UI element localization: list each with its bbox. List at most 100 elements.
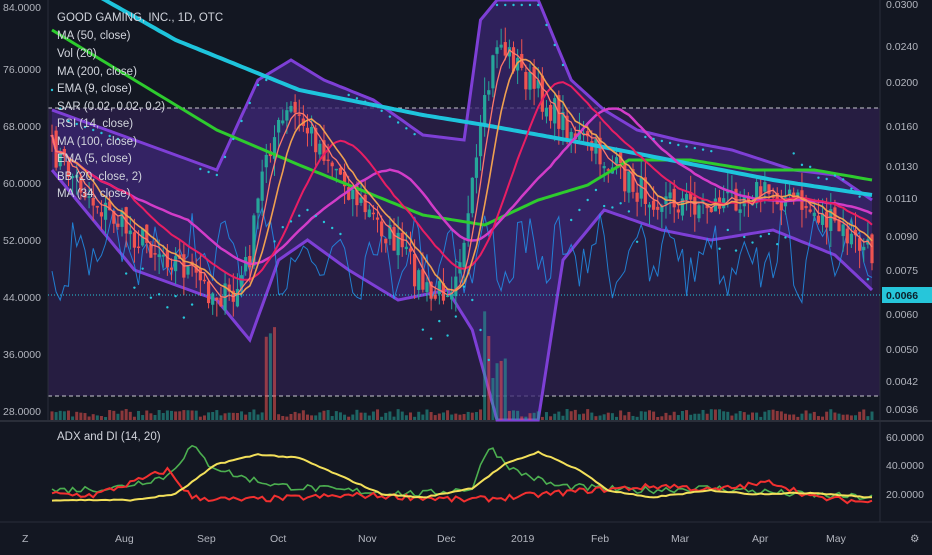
volume-bar [709, 409, 713, 420]
candle-body [338, 167, 343, 175]
candle-body [849, 233, 853, 245]
candle-body [499, 44, 503, 48]
candle-body [309, 126, 314, 134]
time-axis-label: Dec [437, 533, 456, 545]
legend-sar[interactable]: SAR (0.02, 0.02, 0.2) [57, 101, 165, 113]
volume-bar [775, 410, 779, 420]
volume-bar [211, 411, 215, 420]
candle-body [816, 215, 821, 223]
legend-ema9[interactable]: EMA (9, close) [57, 83, 132, 95]
volume-bar [99, 415, 103, 420]
volume-bar [557, 411, 561, 420]
legend-ma200[interactable]: MA (200, close) [57, 66, 137, 78]
legend-ema5[interactable]: EMA (5, close) [57, 153, 132, 165]
legend-vol[interactable]: Vol (20) [57, 48, 97, 60]
candle-body [676, 209, 680, 213]
settings-icon[interactable]: ⚙ [910, 533, 919, 545]
left-axis-label: 60.0000 [3, 178, 41, 190]
volume-bar [186, 410, 190, 420]
sar-dot [602, 204, 606, 208]
volume-bar [606, 412, 610, 420]
candle-body [244, 257, 248, 272]
sar-dot [825, 177, 828, 181]
volume-bar [417, 411, 421, 420]
volume-bar [528, 413, 532, 420]
volume-bar [285, 416, 289, 420]
volume-bar [408, 412, 412, 420]
candle-body [425, 282, 429, 293]
volume-bar [841, 414, 845, 420]
sar-dot [50, 88, 54, 92]
legend-ma100[interactable]: MA (100, close) [57, 136, 137, 148]
volume-bar [499, 360, 503, 420]
sar-dot [611, 206, 614, 209]
sar-dot [207, 170, 210, 174]
candle-body [281, 120, 285, 124]
sar-dot [520, 3, 523, 7]
volume-bar [491, 378, 495, 420]
price-axis-label: 0.0240 [886, 41, 918, 53]
volume-bar [178, 411, 182, 420]
chart-container[interactable]: 0.0300 0.0240 0.0200 0.0160 0.0130 0.0110 0.00… [0, 0, 932, 550]
volume-bar [244, 414, 248, 420]
volume-bar [380, 416, 384, 420]
sar-dot [363, 100, 367, 103]
volume-bar [512, 410, 516, 420]
volume-bar [627, 411, 631, 420]
volume-bar [404, 415, 408, 420]
sar-dot [133, 286, 136, 289]
candle-body [487, 90, 491, 95]
candle-body [264, 154, 268, 168]
sar-dot [660, 139, 664, 143]
sar-dot [800, 163, 804, 167]
volume-bar [281, 415, 285, 420]
volume-bar [582, 413, 586, 420]
volume-bar [643, 411, 647, 420]
candle-body [132, 232, 137, 248]
candle-body [136, 246, 141, 249]
time-axis-label: Feb [591, 533, 609, 545]
candle-body [95, 205, 99, 208]
volume-bar [816, 416, 820, 420]
volume-bar [862, 409, 866, 420]
volume-bar [413, 416, 417, 420]
legend-ma34[interactable]: MA (34, close) [57, 188, 131, 200]
price-chart[interactable]: 0.0300 0.0240 0.0200 0.0160 0.0130 0.0110 0.00… [0, 0, 932, 550]
volume-bar [652, 411, 656, 420]
sar-dot [528, 3, 532, 7]
time-axis-label: 2019 [511, 533, 535, 545]
volume-bar [421, 414, 425, 420]
sar-dot [487, 358, 490, 362]
candle[interactable] [470, 177, 474, 218]
volume-bar [495, 363, 499, 420]
candle-body [248, 255, 252, 268]
candle-body [862, 246, 866, 251]
time-axis-label: Mar [671, 533, 690, 545]
sar-dot [619, 202, 622, 205]
volume-bar [751, 412, 755, 420]
volume-bar [829, 409, 833, 420]
volume-bar [680, 410, 684, 420]
volume-bar [598, 415, 602, 420]
sar-dot [644, 135, 647, 139]
volume-bar [318, 412, 322, 420]
volume-bar [610, 413, 614, 420]
candle-body [157, 254, 161, 258]
volume-bar [429, 412, 433, 420]
candle-body [326, 159, 330, 162]
legend-rsi[interactable]: RSI (14, close) [57, 118, 133, 130]
price-axis-label: 0.0042 [886, 376, 918, 388]
candle-body [116, 223, 120, 227]
sar-dot [759, 235, 762, 238]
zoom-icon[interactable]: Z [22, 533, 29, 545]
sar-dot [314, 214, 317, 218]
candle-body [544, 107, 549, 117]
volume-bar [376, 409, 380, 420]
sar-dot [677, 143, 680, 147]
legend-ma50[interactable]: MA (50, close) [57, 30, 131, 42]
volume-bar [693, 413, 697, 420]
volume-bar [314, 415, 318, 420]
sar-dot [339, 232, 342, 236]
volume-bar [602, 414, 606, 420]
legend-bb[interactable]: BB (20, close, 2) [57, 171, 142, 183]
